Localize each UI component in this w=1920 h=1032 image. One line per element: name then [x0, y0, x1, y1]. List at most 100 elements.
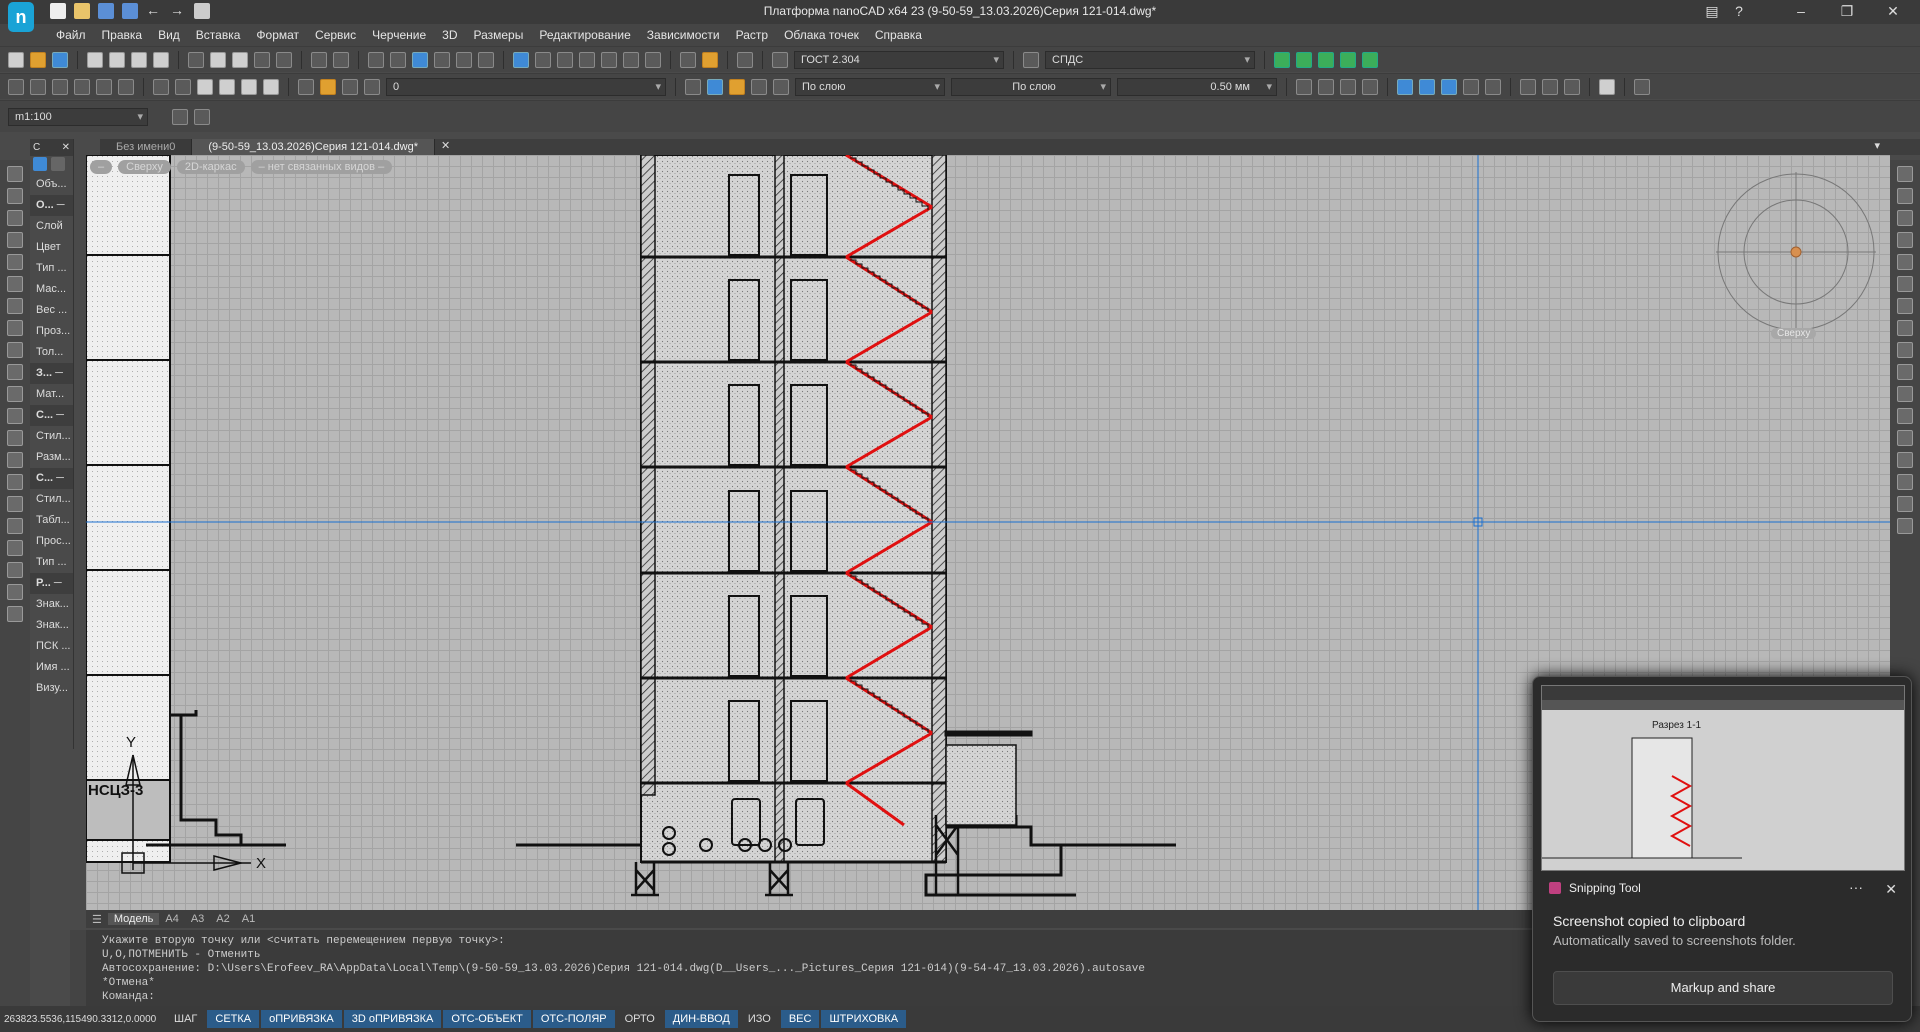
layer-tool-3-icon[interactable] [729, 78, 745, 95]
close-window-button[interactable]: ✕ [1870, 0, 1916, 24]
maximize-button[interactable]: ❐ [1824, 0, 1870, 24]
property-row[interactable]: Стил... [30, 489, 73, 510]
layer-freeze-icon[interactable] [342, 78, 358, 95]
properties-icon[interactable] [513, 51, 529, 68]
dim-1-icon[interactable] [197, 78, 213, 95]
zoom-window-icon[interactable] [412, 51, 428, 68]
edit-12-icon[interactable] [1564, 78, 1580, 95]
help-button[interactable]: ? [1724, 0, 1754, 24]
property-row[interactable]: З... ─ [30, 363, 73, 384]
help-icon[interactable] [737, 51, 753, 68]
snap-2-icon[interactable] [30, 78, 46, 95]
edit-13-icon[interactable] [1599, 78, 1615, 95]
scale-2-icon[interactable] [194, 108, 210, 125]
status-toggle[interactable]: ШАГ [166, 1010, 205, 1028]
property-row[interactable]: Мат... [30, 384, 73, 405]
property-row[interactable]: ПСК ... [30, 636, 73, 657]
edit-10-icon[interactable] [1520, 78, 1536, 95]
menu-item[interactable]: Сервис [307, 28, 364, 42]
text-style-icon[interactable] [772, 51, 788, 68]
join-icon[interactable] [1897, 452, 1913, 468]
move-icon[interactable] [1897, 276, 1913, 292]
status-toggle[interactable]: ОТС-ПОЛЯР [532, 1010, 615, 1028]
circle-icon[interactable] [7, 298, 23, 314]
cut-icon[interactable] [188, 51, 204, 68]
print-preview-icon[interactable] [109, 51, 125, 68]
rotate-icon[interactable] [1897, 298, 1913, 314]
snap-4-icon[interactable] [74, 78, 90, 95]
stretch-icon[interactable] [1897, 342, 1913, 358]
edit-5-icon[interactable] [1397, 78, 1413, 95]
plugin-2-icon[interactable] [1296, 51, 1312, 68]
mirror-icon[interactable] [1897, 210, 1913, 226]
dim-aligned-icon[interactable] [175, 78, 191, 95]
close-panel-icon[interactable]: ✕ [62, 139, 73, 156]
status-toggle[interactable]: ДИН-ВВОД [664, 1010, 738, 1028]
plugin-4-icon[interactable] [1340, 51, 1356, 68]
match-properties-icon[interactable] [276, 51, 292, 68]
edit-7-icon[interactable] [1441, 78, 1457, 95]
save-icon[interactable] [52, 51, 68, 68]
layer-tool-5-icon[interactable] [773, 78, 789, 95]
menu-item[interactable]: Вставка [188, 28, 249, 42]
extend-icon[interactable] [1897, 408, 1913, 424]
image-icon[interactable] [7, 496, 23, 512]
array-icon[interactable] [1897, 254, 1913, 270]
dim-linear-icon[interactable] [153, 78, 169, 95]
lineweight-select[interactable]: 0.50 мм [1117, 77, 1277, 96]
menu-item[interactable]: Правка [94, 28, 151, 42]
zoom-all-icon[interactable] [478, 51, 494, 68]
layout-tab-a3[interactable]: А3 [185, 913, 210, 925]
layout-tab-a1[interactable]: А1 [236, 913, 261, 925]
lengthen-icon[interactable] [1897, 364, 1913, 380]
property-row[interactable]: Мас... [30, 279, 73, 300]
annotation-scale-select[interactable]: m1:100 [8, 107, 148, 126]
status-toggle[interactable]: 3D оПРИВЯЗКА [343, 1010, 442, 1028]
publish-icon[interactable] [153, 51, 169, 68]
status-toggle[interactable]: ИЗО [740, 1010, 779, 1028]
dim-2-icon[interactable] [219, 78, 235, 95]
measure-icon[interactable] [680, 51, 696, 68]
spline-icon[interactable] [7, 342, 23, 358]
trim-icon[interactable] [1897, 386, 1913, 402]
menu-item[interactable]: Размеры [465, 28, 531, 42]
tools-icon[interactable] [601, 51, 617, 68]
line-icon[interactable] [7, 166, 23, 182]
arc-icon[interactable] [7, 276, 23, 292]
hatch-icon[interactable] [7, 386, 23, 402]
block-icon[interactable] [7, 452, 23, 468]
pan-icon[interactable] [368, 51, 384, 68]
edit-1-icon[interactable] [1296, 78, 1312, 95]
view-minus-control[interactable]: – [90, 160, 113, 174]
property-row[interactable]: Разм... [30, 447, 73, 468]
property-row[interactable]: Объ... [30, 174, 73, 195]
status-toggle[interactable]: ВЕС [780, 1010, 820, 1028]
layer-tool-1-icon[interactable] [685, 78, 701, 95]
polyline-icon[interactable] [7, 188, 23, 204]
status-toggle[interactable]: ОТС-ОБЪЕКТ [443, 1010, 531, 1028]
property-row[interactable]: Прос... [30, 531, 73, 552]
status-toggle[interactable]: СЕТКА [207, 1010, 260, 1028]
break-icon[interactable] [1897, 430, 1913, 446]
layer-on-icon[interactable] [320, 78, 336, 95]
layer-select[interactable]: 0 [386, 77, 666, 96]
markup-and-share-button[interactable]: Markup and share [1553, 971, 1893, 1005]
edit-11-icon[interactable] [1542, 78, 1558, 95]
visual-style-control[interactable]: 2D-каркас [176, 160, 245, 174]
close-notification-icon[interactable]: ✕ [1885, 881, 1897, 898]
screenshot-thumbnail[interactable]: Разрез 1-1 [1541, 685, 1905, 871]
layout-tab-a4[interactable]: А4 [159, 913, 184, 925]
viewcube-label[interactable]: Сверху [1771, 328, 1817, 339]
plugin-1-icon[interactable] [1274, 51, 1290, 68]
dim-3-icon[interactable] [241, 78, 257, 95]
menu-item[interactable]: Вид [150, 28, 188, 42]
property-row[interactable]: О... ─ [30, 195, 73, 216]
property-row[interactable]: Стил... [30, 426, 73, 447]
doc-tab-unnamed[interactable]: Без имени0 [100, 139, 193, 155]
dim-style-icon[interactable] [1023, 51, 1039, 68]
select-objects-icon[interactable] [33, 157, 47, 171]
plugin-3-icon[interactable] [1318, 51, 1334, 68]
layer-lock-icon[interactable] [364, 78, 380, 95]
text-style-select[interactable]: ГОСТ 2.304 [794, 50, 1004, 69]
scale-1-icon[interactable] [172, 108, 188, 125]
